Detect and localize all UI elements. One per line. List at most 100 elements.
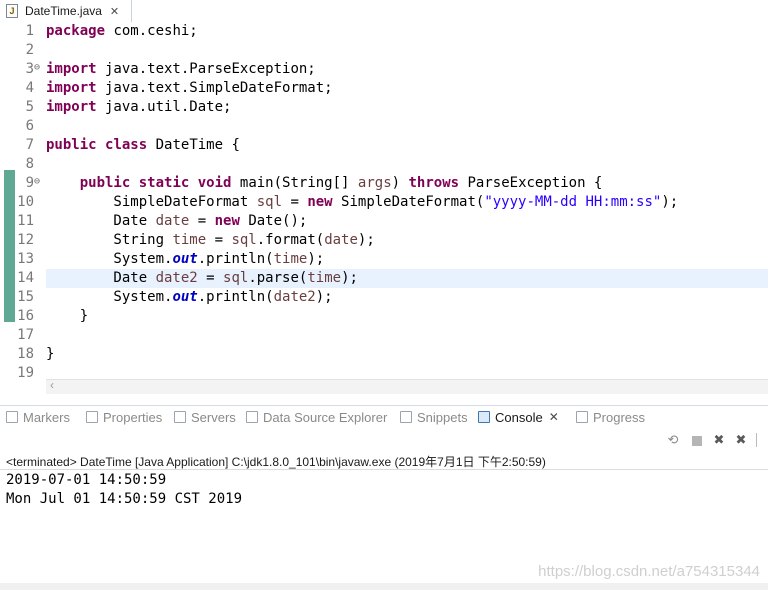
code-text: SimpleDateFormat sql = new SimpleDateFor…	[46, 193, 678, 212]
code-token: package	[46, 23, 106, 39]
code-editor[interactable]: 1 package com.ceshi; 2 3 ⊖ import java.text.P…	[0, 22, 768, 381]
console-divider	[0, 469, 768, 470]
scroll-left-icon[interactable]: ‹	[50, 378, 54, 392]
editor-tab-datetime[interactable]: J DateTime.java ✕	[0, 0, 132, 22]
code-text: }	[46, 307, 88, 326]
code-line[interactable]: 15 System.out.println(date2);	[0, 288, 768, 307]
line-number: 6	[25, 118, 34, 134]
code-line[interactable]: 1 package com.ceshi;	[0, 22, 768, 41]
terminate-icon[interactable]	[692, 436, 702, 446]
properties-icon	[86, 411, 98, 423]
code-line[interactable]: 5 import java.util.Date;	[0, 98, 768, 117]
code-token: public	[79, 175, 131, 191]
code-token: sql	[231, 232, 257, 248]
line-number: 1	[25, 23, 34, 39]
code-token: }	[46, 308, 89, 324]
code-text: }	[46, 345, 54, 364]
code-text: public static void main(String[] args) t…	[46, 174, 603, 193]
fold-collapse-icon[interactable]: ⊖	[34, 172, 40, 191]
console-toolbar: ⟲ ✖ ✖	[0, 428, 768, 454]
code-token: System.	[46, 251, 173, 267]
code-token: );	[341, 270, 358, 286]
line-number: 7	[25, 137, 34, 153]
line-number: 18	[17, 346, 34, 362]
code-line[interactable]: 10 SimpleDateFormat sql = new SimpleDate…	[0, 193, 768, 212]
code-token: .println(	[197, 289, 274, 305]
code-token: );	[357, 232, 375, 248]
tab-properties[interactable]: Properties	[86, 406, 162, 428]
tab-data-source-explorer[interactable]: Data Source Explorer	[246, 406, 387, 428]
code-line[interactable]: 13 System.out.println(time);	[0, 250, 768, 269]
console-output-line: Mon Jul 01 14:50:59 CST 2019	[6, 491, 243, 507]
code-token: sql	[223, 270, 249, 286]
code-token: args	[357, 175, 392, 191]
code-token: out	[172, 251, 198, 267]
close-icon[interactable]: ✕	[549, 410, 559, 424]
code-line[interactable]: 7 public class DateTime {	[0, 136, 768, 155]
code-token: .parse(	[248, 270, 308, 286]
code-line[interactable]: 17	[0, 326, 768, 345]
line-number: 15	[17, 289, 34, 305]
editor-tab-bar: J DateTime.java ✕	[0, 0, 768, 22]
tab-snippets[interactable]: Snippets	[400, 406, 468, 428]
tab-servers[interactable]: Servers	[174, 406, 236, 428]
code-line[interactable]: 9 ⊖ public static void main(String[] args…	[0, 174, 768, 193]
code-token: String	[46, 232, 173, 248]
line-number: 16	[17, 308, 34, 324]
remove-launch-icon[interactable]: ✖	[712, 433, 726, 447]
view-tab-label: Properties	[103, 409, 163, 425]
code-token: =	[282, 194, 308, 210]
code-line[interactable]: 18}	[0, 345, 768, 364]
code-line[interactable]: 4 import java.text.SimpleDateFormat;	[0, 79, 768, 98]
code-token: }	[46, 346, 55, 362]
console-process-label: <terminated> DateTime [Java Application]…	[6, 455, 546, 469]
remove-all-terminated-icon[interactable]: ✖	[734, 433, 748, 447]
line-number: 2	[25, 42, 34, 58]
code-line[interactable]: 3 ⊖ import java.text.ParseException;	[0, 60, 768, 79]
code-text: public class DateTime {	[46, 136, 240, 155]
code-token: =	[189, 213, 215, 229]
view-tab-label: Markers	[23, 409, 70, 425]
snippets-icon	[400, 411, 412, 423]
code-text: System.out.println(date2);	[46, 288, 332, 307]
code-token: class	[105, 137, 148, 153]
code-line[interactable]: 12 String time = sql.format(date);	[0, 231, 768, 250]
code-token: out	[172, 289, 198, 305]
code-token: );	[661, 194, 679, 210]
code-line[interactable]: 14 Date date2 = sql.parse(time);	[0, 269, 768, 288]
code-line[interactable]: 11 Date date = new Date();	[0, 212, 768, 231]
line-number: 5	[25, 99, 34, 115]
code-token: DateTime {	[147, 137, 240, 153]
code-line[interactable]: 2	[0, 41, 768, 60]
pin-console-icon[interactable]: ⟲	[666, 433, 680, 447]
code-token: date2	[273, 289, 316, 305]
code-text: Date date = new Date();	[46, 212, 307, 231]
tab-progress[interactable]: Progress	[576, 406, 645, 428]
console-output-line: 2019-07-01 14:50:59	[6, 472, 167, 488]
fold-collapse-icon[interactable]: ⊖	[34, 58, 40, 77]
code-line[interactable]: 8	[0, 155, 768, 174]
code-line[interactable]: 6	[0, 117, 768, 136]
view-tab-label: Data Source Explorer	[263, 409, 388, 425]
code-text: Date date2 = sql.parse(time);	[46, 269, 358, 288]
code-token: time	[172, 232, 207, 248]
code-token: date2	[155, 270, 198, 286]
tab-console[interactable]: Console ✕	[478, 406, 559, 428]
clear-console-icon[interactable]	[756, 433, 767, 447]
code-token: .println(	[197, 251, 274, 267]
close-icon[interactable]: ✕	[110, 5, 119, 18]
horizontal-scrollbar[interactable]: ‹	[46, 378, 768, 394]
line-number: 3	[25, 61, 34, 77]
code-token: )	[391, 175, 409, 191]
code-token: "yyyy-MM-dd HH:mm:ss"	[484, 194, 662, 210]
editor-tab-label: DateTime.java	[25, 4, 102, 18]
code-token: sql	[256, 194, 283, 210]
code-token: import	[46, 80, 97, 96]
console-icon	[478, 411, 490, 423]
code-line[interactable]: 16 }	[0, 307, 768, 326]
line-number: 4	[25, 80, 34, 96]
view-tab-label: Servers	[191, 409, 236, 425]
code-text: import java.util.Date;	[46, 98, 231, 117]
tab-markers[interactable]: Markers	[6, 406, 70, 428]
